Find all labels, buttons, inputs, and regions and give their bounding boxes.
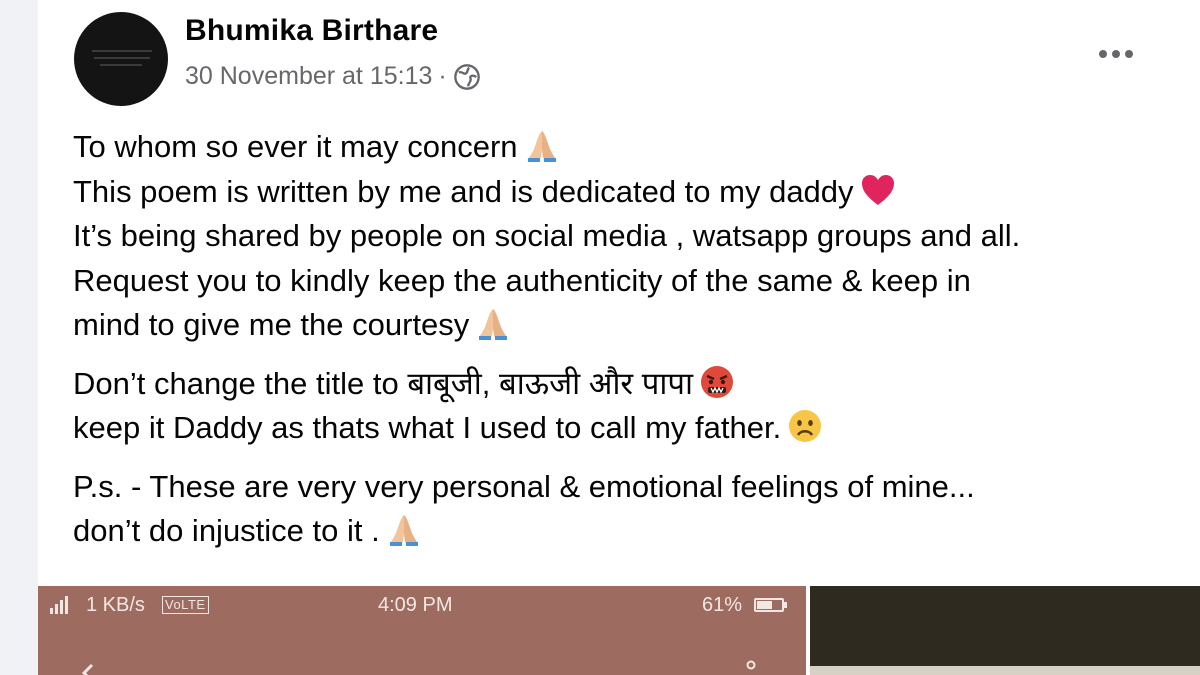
- post-paragraph: Don’t change the title to बाबूजी, बाऊजी …: [73, 362, 1183, 451]
- post-line-text: don’t do injustice to it .: [73, 513, 380, 548]
- attached-photo-second[interactable]: [810, 586, 1200, 675]
- angry-face-emoji: [699, 364, 735, 400]
- post-line-text: This poem is written by me and is dedica…: [73, 173, 854, 209]
- post-line-text: Request you to kindly keep the authentic…: [73, 262, 971, 298]
- status-time: 4:09 PM: [378, 594, 453, 616]
- post-line-text: It’s being shared by people on social me…: [73, 218, 1021, 253]
- post-timestamp[interactable]: 30 November at 15:13: [185, 62, 432, 91]
- post-card: Bhumika Birthare 30 November at 15:13 · …: [38, 0, 1200, 675]
- more-options-dot: [1112, 50, 1120, 58]
- back-arrow-icon: [81, 663, 94, 675]
- kebab-menu-icon: [746, 660, 756, 670]
- post-line-text: keep it Daddy as thats what I used to ca…: [73, 410, 782, 445]
- post-line: don’t do injustice to it .: [73, 509, 1183, 554]
- folded-hands-emoji: [386, 511, 422, 547]
- more-options-icon: [1099, 50, 1107, 58]
- net-speed: 1 KB/s: [86, 594, 145, 616]
- red-heart-emoji: [860, 172, 896, 208]
- post-line-text: P.s. - These are very very personal & em…: [73, 468, 975, 504]
- post-line: It’s being shared by people on social me…: [73, 214, 1183, 259]
- signal-icon: [50, 596, 68, 614]
- more-options-dot: [1125, 50, 1133, 58]
- post-line: To whom so ever it may concern: [73, 125, 1183, 170]
- phone-status-bar: 1 KB/s VoLTE 4:09 PM 61%: [38, 586, 806, 626]
- photo-strip: [810, 666, 1200, 675]
- post-line-text: mind to give me the courtesy: [73, 307, 470, 342]
- post-line-text: To whom so ever it may concern: [73, 129, 518, 164]
- worried-face-emoji: [787, 408, 823, 444]
- post-text: To whom so ever it may concern This poem …: [73, 125, 1183, 554]
- post-line: P.s. - These are very very personal & em…: [73, 465, 1183, 510]
- post-line: Don’t change the title to बाबूजी, बाऊजी …: [73, 362, 1183, 407]
- battery-icon: [754, 598, 784, 612]
- post-meta: 30 November at 15:13 ·: [185, 62, 481, 91]
- post-paragraph: To whom so ever it may concern This poem …: [73, 125, 1183, 348]
- post-line: keep it Daddy as thats what I used to ca…: [73, 406, 1183, 451]
- folded-hands-emoji: [524, 127, 560, 163]
- battery-percent: 61%: [702, 594, 743, 616]
- globe-icon[interactable]: [453, 63, 481, 91]
- post-line: This poem is written by me and is dedica…: [73, 170, 1183, 215]
- battery-tip: [784, 602, 787, 608]
- post-paragraph: P.s. - These are very very personal & em…: [73, 465, 1183, 554]
- meta-separator: ·: [438, 62, 447, 90]
- more-options-button[interactable]: [1088, 36, 1144, 72]
- folded-hands-emoji: [475, 305, 511, 341]
- feed: Bhumika Birthare 30 November at 15:13 · …: [0, 0, 1200, 675]
- post-line: mind to give me the courtesy: [73, 303, 1183, 348]
- avatar[interactable]: [74, 12, 168, 106]
- battery-fill: [757, 601, 772, 609]
- post-line-text: Don’t change the title to बाबूजी, बाऊजी …: [73, 365, 693, 401]
- post-line: Request you to kindly keep the authentic…: [73, 259, 1183, 304]
- attached-photo-screenshot[interactable]: 1 KB/s VoLTE 4:09 PM 61%: [38, 586, 806, 675]
- volte-badge: VoLTE: [162, 596, 209, 614]
- author-name[interactable]: Bhumika Birthare: [185, 14, 438, 48]
